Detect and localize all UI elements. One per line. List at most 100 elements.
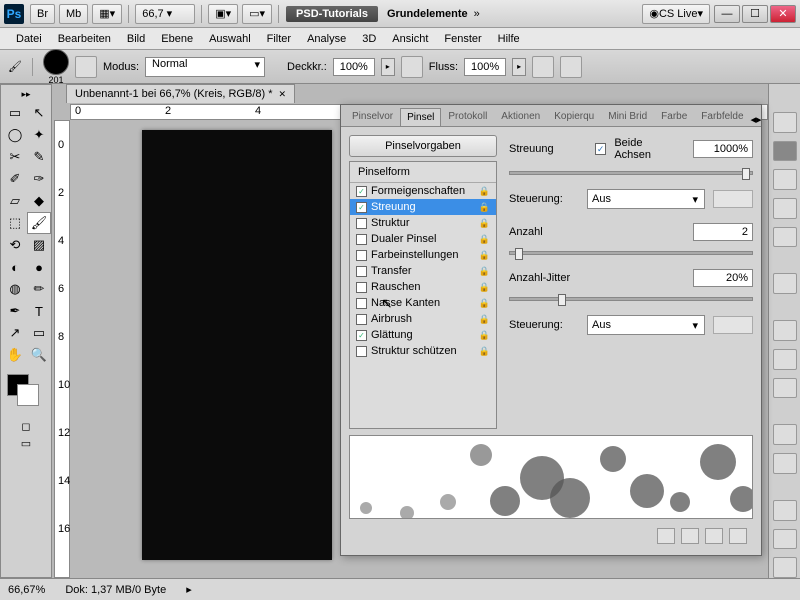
checkbox-icon[interactable]: ✓ <box>356 330 367 341</box>
lock-icon[interactable]: 🔒 <box>479 186 490 197</box>
workspace-title[interactable]: PSD-Tutorials <box>286 6 378 22</box>
scatter-control-select[interactable]: Aus <box>587 189 705 209</box>
airbrush-icon[interactable] <box>532 56 554 78</box>
panel-icon-5[interactable] <box>773 227 797 248</box>
footer-icon-1[interactable] <box>657 528 675 544</box>
count-slider[interactable] <box>509 251 753 255</box>
tool-4[interactable]: ✂ <box>3 146 27 168</box>
menu-bild[interactable]: Bild <box>119 31 153 47</box>
flow-arrow[interactable]: ▸ <box>512 58 526 76</box>
scatter-slider[interactable] <box>509 171 753 175</box>
panel-tab-farbe[interactable]: Farbe <box>654 107 694 126</box>
lock-icon[interactable]: 🔒 <box>479 330 490 341</box>
checkbox-icon[interactable]: ✓ <box>356 202 367 213</box>
tool-3[interactable]: ✦ <box>27 124 51 146</box>
menu-filter[interactable]: Filter <box>259 31 299 47</box>
tool-0[interactable]: ▭ <box>3 102 27 124</box>
checkbox-icon[interactable] <box>356 314 367 325</box>
tool-11[interactable]: 🖌 <box>27 212 51 234</box>
panel-tab-kopierqu[interactable]: Kopierqu <box>547 107 601 126</box>
bridge-button[interactable]: Br <box>30 4 55 24</box>
chevron-right-icon[interactable]: » <box>474 8 480 20</box>
document-tab[interactable]: Unbenannt-1 bei 66,7% (Kreis, RGB/8) * ✕ <box>66 84 295 103</box>
workspace-name[interactable]: Grundelemente <box>387 8 468 20</box>
tool-22[interactable]: ✋ <box>3 344 27 366</box>
brush-option-airbrush[interactable]: Airbrush🔒 <box>350 311 496 327</box>
brush-option-glättung[interactable]: ✓Glättung🔒 <box>350 327 496 343</box>
menu-auswahl[interactable]: Auswahl <box>201 31 259 47</box>
menu-datei[interactable]: Datei <box>8 31 50 47</box>
brush-option-formeigenschaften[interactable]: ✓Formeigenschaften🔒 <box>350 183 496 199</box>
panel-tab-farbfelde[interactable]: Farbfelde <box>694 107 750 126</box>
panel-tab-aktionen[interactable]: Aktionen <box>494 107 547 126</box>
opacity-input[interactable] <box>333 58 375 76</box>
tool-8[interactable]: ▱ <box>3 190 27 212</box>
lock-icon[interactable]: 🔒 <box>479 282 490 293</box>
brush-presets-button[interactable]: Pinselvorgaben <box>349 135 497 157</box>
panel-icon-3[interactable] <box>773 169 797 190</box>
view-options-button[interactable]: ▦▾ <box>92 4 122 24</box>
panel-tab-pinselvor[interactable]: Pinselvor <box>345 107 400 126</box>
checkbox-icon[interactable]: ✓ <box>356 186 367 197</box>
status-zoom[interactable]: 66,67% <box>8 584 45 596</box>
brush-option-dualer-pinsel[interactable]: Dualer Pinsel🔒 <box>350 231 496 247</box>
brush-tip-shape[interactable]: Pinselform <box>350 162 496 183</box>
tool-6[interactable]: ✐ <box>3 168 27 190</box>
panel-icon-layers[interactable] <box>773 500 797 521</box>
tool-1[interactable]: ↖ <box>27 102 51 124</box>
checkbox-icon[interactable] <box>356 234 367 245</box>
lock-icon[interactable]: 🔒 <box>479 234 490 245</box>
tool-9[interactable]: ◆ <box>27 190 51 212</box>
close-button[interactable]: ✕ <box>770 5 796 23</box>
panel-icon-channels[interactable] <box>773 529 797 550</box>
jitter-control-select[interactable]: Aus <box>587 315 705 335</box>
canvas[interactable] <box>142 130 332 560</box>
tool-5[interactable]: ✎ <box>27 146 51 168</box>
count-value[interactable] <box>693 223 753 241</box>
both-axes-checkbox[interactable]: ✓ <box>595 143 606 155</box>
tool-16[interactable]: ◍ <box>3 278 27 300</box>
brush-preview-icon[interactable] <box>43 49 69 75</box>
quickmask-icon[interactable]: ◻ <box>3 420 49 433</box>
brush-option-streuung[interactable]: ✓Streuung🔒 <box>350 199 496 215</box>
panel-tab-protokoll[interactable]: Protokoll <box>441 107 494 126</box>
close-tab-icon[interactable]: ✕ <box>279 89 287 100</box>
brush-option-struktur-schützen[interactable]: Struktur schützen🔒 <box>350 343 496 359</box>
brush-panel-toggle[interactable] <box>75 56 97 78</box>
minimize-button[interactable]: — <box>714 5 740 23</box>
lock-icon[interactable]: 🔒 <box>479 266 490 277</box>
checkbox-icon[interactable] <box>356 346 367 357</box>
color-swatches[interactable] <box>3 374 49 414</box>
tool-15[interactable]: ● <box>27 256 51 278</box>
lock-icon[interactable]: 🔒 <box>479 250 490 261</box>
status-doc-info[interactable]: Dok: 1,37 MB/0 Byte <box>65 584 166 596</box>
brush-option-transfer[interactable]: Transfer🔒 <box>350 263 496 279</box>
lock-icon[interactable]: 🔒 <box>479 346 490 357</box>
checkbox-icon[interactable] <box>356 282 367 293</box>
menu-bearbeiten[interactable]: Bearbeiten <box>50 31 119 47</box>
opacity-arrow[interactable]: ▸ <box>381 58 395 76</box>
brush-option-farbeinstellungen[interactable]: Farbeinstellungen🔒 <box>350 247 496 263</box>
panel-icon-mb[interactable] <box>773 273 797 294</box>
tablet-pressure-icon[interactable] <box>560 56 582 78</box>
panel-tab-mini brid[interactable]: Mini Brid <box>601 107 654 126</box>
minibridge-button[interactable]: Mb <box>59 4 88 24</box>
tool-20[interactable]: ↗ <box>3 322 27 344</box>
tool-13[interactable]: ▨ <box>27 234 51 256</box>
panel-icon-paths[interactable] <box>773 557 797 578</box>
tool-21[interactable]: ▭ <box>27 322 51 344</box>
tool-17[interactable]: ✏ <box>27 278 51 300</box>
brush-option-nasse-kanten[interactable]: Nasse Kanten🔒 <box>350 295 496 311</box>
tool-12[interactable]: ⟲ <box>3 234 27 256</box>
menu-analyse[interactable]: Analyse <box>299 31 354 47</box>
panel-icon-1[interactable] <box>773 112 797 133</box>
lock-icon[interactable]: 🔒 <box>479 202 490 213</box>
panel-icon-adjust[interactable] <box>773 424 797 445</box>
tool-18[interactable]: ✒ <box>3 300 27 322</box>
tool-14[interactable]: ◐ <box>3 256 27 278</box>
menu-3d[interactable]: 3D <box>354 31 384 47</box>
panel-icon-styles[interactable] <box>773 378 797 399</box>
background-swatch[interactable] <box>17 384 39 406</box>
tool-19[interactable]: T <box>27 300 51 322</box>
menu-fenster[interactable]: Fenster <box>436 31 489 47</box>
